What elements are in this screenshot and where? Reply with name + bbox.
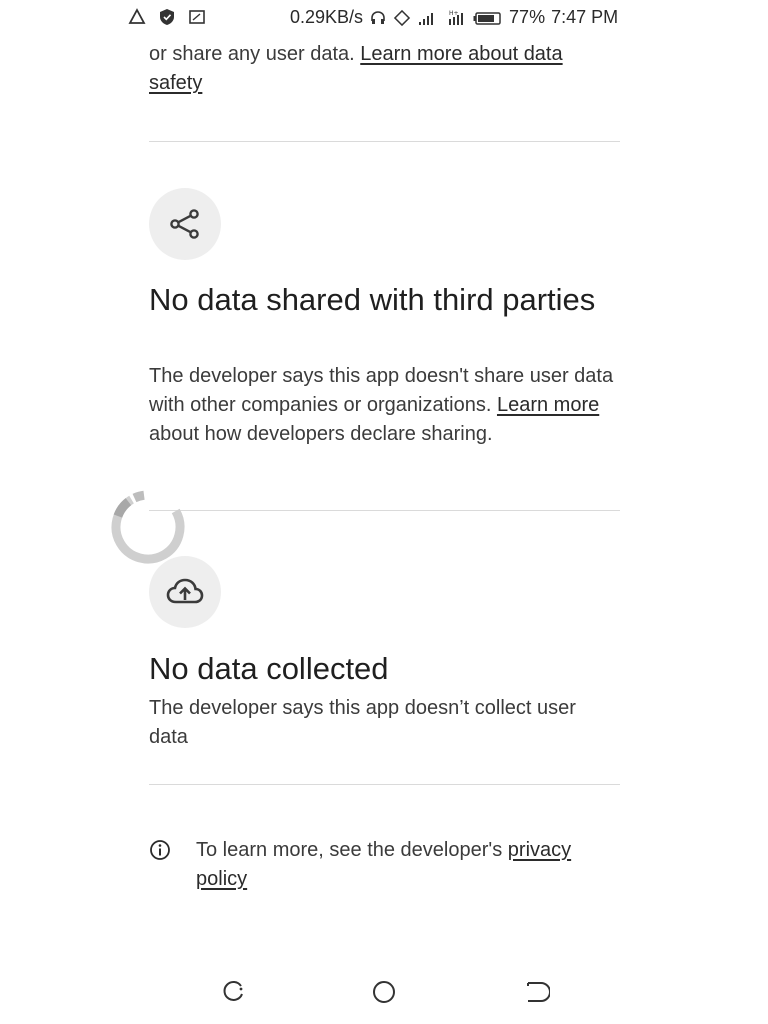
sharing-title: No data shared with third parties: [149, 282, 596, 317]
privacy-note-label: To learn more, see the developer's: [196, 839, 503, 861]
collection-body: The developer says this app doesn’t coll…: [149, 697, 576, 748]
alert-icon: [128, 8, 146, 24]
headset-icon: [371, 10, 385, 24]
screenshot-icon: [189, 10, 205, 24]
navigation-bar: [0, 970, 768, 1014]
status-right: 0.29KB/s H+ 77% 7:47 PM: [290, 7, 618, 28]
clock: 7:47 PM: [551, 7, 619, 27]
network-speed: 0.29KB/s: [290, 7, 364, 27]
share-icon-badge: [149, 188, 221, 260]
rotate-icon: [393, 9, 411, 26]
battery-icon: [473, 11, 501, 25]
divider: [149, 784, 620, 785]
sharing-body: The developer says this app doesn't shar…: [149, 362, 619, 449]
divider: [149, 510, 620, 511]
loading-spinner-icon: [111, 490, 185, 564]
status-bar: 0.29KB/s H+ 77% 7:47 PM: [0, 0, 768, 36]
home-icon[interactable]: [370, 978, 398, 1006]
collection-title: No data collected: [149, 651, 389, 686]
cloud-upload-icon: [166, 578, 204, 604]
data-safety-intro: or share any user data. Learn more about…: [149, 40, 619, 98]
info-icon: [150, 840, 170, 860]
privacy-note-text: To learn more, see the developer's priva…: [196, 836, 619, 894]
sharing-body-after-link: about how developers declare sharing.: [149, 423, 493, 445]
learn-more-sharing-link[interactable]: Learn more: [497, 394, 599, 416]
data-safety-intro-text: or share any user data.: [149, 43, 355, 65]
back-icon[interactable]: [522, 978, 550, 1006]
shield-icon: [160, 9, 174, 25]
signal-icon: [419, 12, 434, 25]
privacy-note: To learn more, see the developer's priva…: [149, 836, 619, 894]
battery-percent: 77%: [509, 7, 546, 27]
recents-icon[interactable]: [220, 978, 248, 1006]
status-left-icons: [128, 8, 206, 26]
share-icon: [170, 209, 199, 239]
hplus-signal-icon: H+: [449, 10, 464, 25]
divider: [149, 141, 620, 142]
